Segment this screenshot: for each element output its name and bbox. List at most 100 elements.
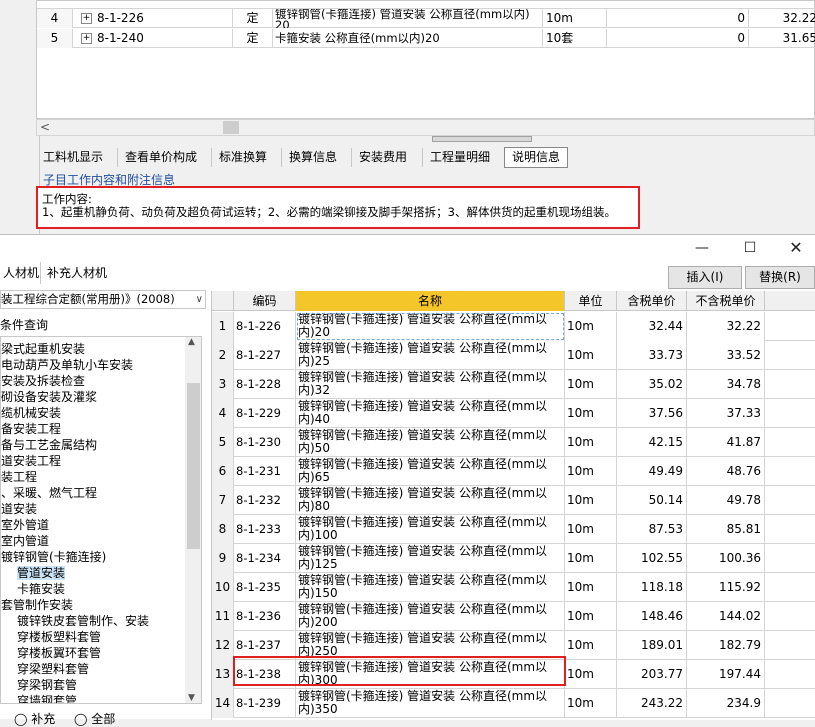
header-tax-price[interactable]: 含税单价 (617, 291, 687, 311)
cell-notax: 34.78 (687, 370, 765, 399)
maximize-icon[interactable]: ☐ (735, 237, 765, 259)
expand-icon[interactable]: + (81, 13, 92, 24)
header-notax-price[interactable]: 不含税单价 (687, 291, 765, 311)
cell-name: 镀锌钢管(卡箍连接) 管道安装 公称直径(mm以内)150 (296, 573, 565, 602)
tab-quantity-detail[interactable]: 工程量明细 (422, 148, 497, 167)
tree-node[interactable]: 缆机械安装 (1, 405, 61, 421)
table-row[interactable]: 6 8-1-231 镀锌钢管(卡箍连接) 管道安装 公称直径(mm以内)65 10m 4… (212, 457, 815, 486)
cell-unit: 10m (565, 689, 617, 718)
table-row[interactable]: 2 8-1-227 镀锌钢管(卡箍连接) 管道安装 公称直径(mm以内)25 10m 3… (212, 341, 815, 370)
tree-node-label: 备与工艺金属结构 (1, 438, 98, 452)
tree-node[interactable]: 镀锌铁皮套管制作、安装 (17, 613, 149, 629)
table-row[interactable]: 7 8-1-232 镀锌钢管(卡箍连接) 管道安装 公称直径(mm以内)80 10m 5… (212, 486, 815, 515)
tree-node[interactable]: 道安装工程 (1, 453, 61, 469)
scrollbar-thumb[interactable] (223, 121, 239, 134)
tree-node[interactable]: 室内管道 (1, 533, 49, 549)
cell-tax: 148.46 (617, 602, 687, 631)
cell-name: 镀锌钢管(卡箍连接) 管道安装 公称直径(mm以内)350 (296, 689, 565, 718)
tree-node-label: 管道安装 (17, 566, 66, 580)
tree-node[interactable]: 道安装 (1, 501, 37, 517)
tree-node[interactable]: 镀锌钢管(卡箍连接) (1, 549, 106, 565)
tree-node[interactable]: 安装及拆装检查 (1, 373, 85, 389)
tree-node[interactable]: 、采暖、燃气工程 (1, 485, 97, 501)
tab-conversion-info[interactable]: 换算信息 (281, 148, 344, 167)
tree-node-label: 穿楼板塑料套管 (17, 630, 102, 644)
cell-tax: 243.22 (617, 689, 687, 718)
quota-unit: 10套 (543, 29, 607, 48)
chevron-left-icon[interactable]: < (40, 120, 50, 134)
table-row[interactable]: 11 8-1-236 镀锌钢管(卡箍连接) 管道安装 公称直径(mm以内)200 10… (212, 602, 815, 631)
chevron-up-icon[interactable]: ▲ (188, 337, 195, 347)
tab-description[interactable]: 说明信息 (504, 147, 569, 168)
cell-num: 13 (212, 660, 234, 689)
tree-node-label: 道安装 (1, 502, 38, 516)
tree-node[interactable]: 备安装工程 (1, 421, 61, 437)
tree-node[interactable]: 卡箍安装 (17, 581, 65, 597)
tab-material[interactable]: 工料机显示 (36, 148, 110, 167)
tree-node[interactable]: 穿楼板翼环套管 (17, 645, 101, 661)
tree-node[interactable]: 穿墙钢套管 (17, 693, 77, 703)
horizontal-scrollbar[interactable]: < (36, 119, 815, 136)
tab-install-fee[interactable]: 安装费用 (351, 148, 414, 167)
splitter-handle[interactable] (432, 136, 532, 142)
quota-library-select[interactable]: 装工程综合定额(常用册)》(2008) ∨ (0, 290, 206, 309)
tree-node[interactable]: 套管制作安装 (1, 597, 73, 613)
insert-button[interactable]: 插入(I) (668, 266, 742, 289)
tab-price-composition[interactable]: 查看单价构成 (117, 148, 204, 167)
table-row[interactable]: 4 8-1-229 镀锌钢管(卡箍连接) 管道安装 公称直径(mm以内)40 10m 3… (212, 399, 815, 428)
table-row[interactable]: 1 8-1-226 镀锌钢管(卡箍连接) 管道安装 公称直径(mm以内)20 10m 3… (212, 312, 815, 341)
table-row[interactable]: 5 8-1-230 镀锌钢管(卡箍连接) 管道安装 公称直径(mm以内)50 10m 4… (212, 428, 815, 457)
tree-node[interactable]: 装工程 (1, 469, 37, 485)
tree-node[interactable]: 管道安装 (17, 565, 66, 581)
table-row[interactable]: 14 8-1-239 镀锌钢管(卡箍连接) 管道安装 公称直径(mm以内)350 10… (212, 689, 815, 718)
scrollbar-thumb[interactable] (187, 383, 200, 549)
cell-name: 镀锌钢管(卡箍连接) 管道安装 公称直径(mm以内)32 (296, 370, 565, 399)
condition-query-label[interactable]: 条件查询 (0, 316, 48, 333)
cell-code: 8-1-237 (234, 631, 296, 660)
cell-unit: 10m (565, 631, 617, 660)
cell-num: 5 (212, 428, 234, 457)
cell-name: 镀锌钢管(卡箍连接) 管道安装 公称直径(mm以内)40 (296, 399, 565, 428)
table-row[interactable]: 4 +8-1-226 定 镀锌钢管(卡箍连接) 管道安装 公称直径(mm以内) … (37, 9, 815, 28)
tree-node[interactable]: 室外管道 (1, 517, 49, 533)
close-icon[interactable]: ✕ (781, 237, 811, 259)
expand-icon[interactable]: + (81, 33, 92, 44)
quota-name: 卡箍安装 公称直径(mm以内)20 (273, 29, 543, 48)
cell-notax: 32.22 (687, 312, 765, 341)
tab-supplementary-material[interactable]: 补充人材机 (40, 262, 113, 284)
cell-name: 镀锌钢管(卡箍连接) 管道安装 公称直径(mm以内)20 (296, 312, 565, 341)
tab-standard-conversion[interactable]: 标准换算 (211, 148, 274, 167)
cell-unit: 10m (565, 602, 617, 631)
tree-node-label: 砌设备安装及灌浆 (1, 390, 98, 404)
tree-node[interactable]: 备与工艺金属结构 (1, 437, 97, 453)
quota-qty[interactable]: 0 (607, 9, 749, 28)
header-code[interactable]: 编码 (234, 291, 296, 311)
table-row[interactable]: 10 8-1-235 镀锌钢管(卡箍连接) 管道安装 公称直径(mm以内)150 10… (212, 573, 815, 602)
tree-node-label: 电动葫芦及单轨小车安装 (1, 358, 134, 372)
header-unit[interactable]: 单位 (565, 291, 617, 311)
cell-unit: 10m (565, 370, 617, 399)
header-name[interactable]: 名称 (296, 291, 565, 311)
minimize-icon[interactable]: — (687, 237, 717, 259)
tab-material[interactable]: 人材机 (0, 262, 45, 284)
table-row[interactable]: 9 8-1-234 镀锌钢管(卡箍连接) 管道安装 公称直径(mm以内)125 10m… (212, 544, 815, 573)
replace-button[interactable]: 替换(R) (745, 266, 815, 289)
table-row[interactable]: 13 8-1-238 镀锌钢管(卡箍连接) 管道安装 公称直径(mm以内)300 10… (212, 660, 815, 689)
table-row[interactable]: 8 8-1-233 镀锌钢管(卡箍连接) 管道安装 公称直径(mm以内)100 10m… (212, 515, 815, 544)
quota-qty[interactable]: 0 (607, 29, 749, 48)
tree-node[interactable]: 梁式起重机安装 (1, 341, 85, 357)
tree-node[interactable]: 穿楼板塑料套管 (17, 629, 101, 645)
tree-node[interactable]: 砌设备安装及灌浆 (1, 389, 97, 405)
tree-scrollbar[interactable]: ▲ ▼ (185, 337, 201, 703)
row-number: 5 (37, 29, 73, 48)
tree-node[interactable]: 电动葫芦及单轨小车安装 (1, 357, 133, 373)
table-row[interactable]: 12 8-1-237 镀锌钢管(卡箍连接) 管道安装 公称直径(mm以内)250 10… (212, 631, 815, 660)
table-row[interactable]: 3 8-1-228 镀锌钢管(卡箍连接) 管道安装 公称直径(mm以内)32 10m 3… (212, 370, 815, 399)
cell-notax: 37.33 (687, 399, 765, 428)
tree-node[interactable]: 穿梁塑料套管 (17, 661, 89, 677)
table-row[interactable]: 5 +8-1-240 定 卡箍安装 公称直径(mm以内)20 10套 0 31.… (37, 29, 815, 48)
chevron-down-icon[interactable]: ▼ (188, 693, 195, 703)
quota-selection-dialog: — ☐ ✕ 人材机 补充人材机 插入(I) 替换(R) 装工程综合定额(常用册)… (0, 234, 815, 726)
chevron-down-icon[interactable]: ∨ (196, 291, 203, 308)
tree-node[interactable]: 穿梁钢套管 (17, 677, 77, 693)
